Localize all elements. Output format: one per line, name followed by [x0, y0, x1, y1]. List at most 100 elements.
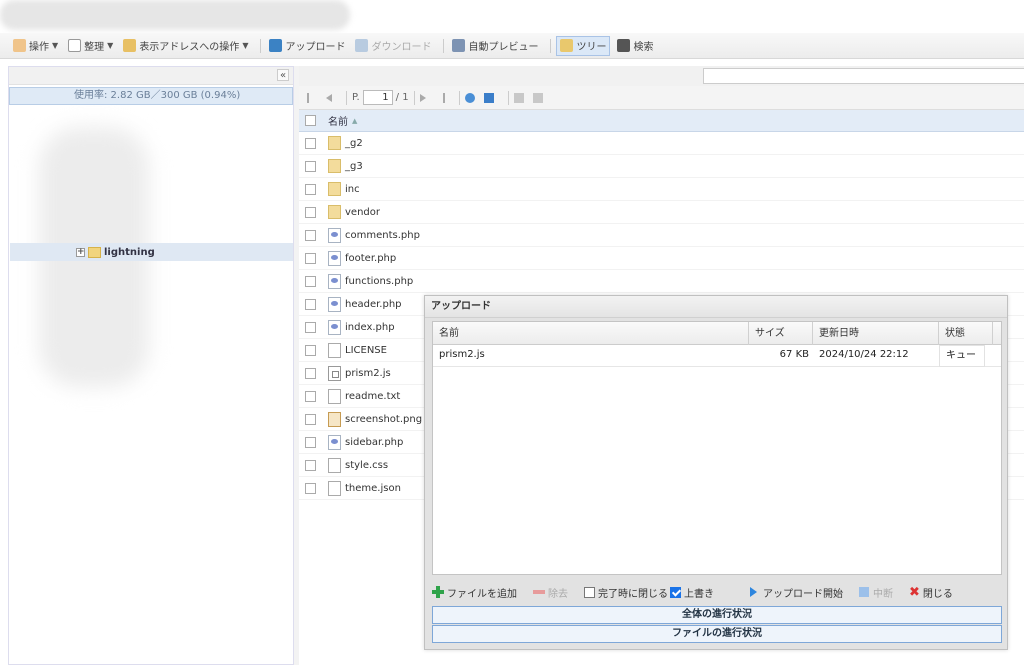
close-on-done-checkbox[interactable] — [584, 586, 595, 598]
file-row[interactable]: comments.php — [299, 224, 1024, 247]
tree-toggle-button[interactable]: ツリー — [556, 35, 611, 56]
upload-dialog: アップロード 名前 サイズ 更新日時 状態 prism2.js 67 KB 20… — [424, 295, 1008, 650]
start-upload-button[interactable]: アップロード開始 — [750, 585, 843, 600]
name-column-header[interactable]: 名前 — [328, 113, 348, 128]
close-on-done-toggle[interactable]: 完了時に閉じる — [584, 585, 668, 600]
binoculars-icon — [617, 39, 631, 52]
file-name[interactable]: inc — [345, 184, 360, 195]
search-button[interactable]: 検索 — [614, 36, 656, 56]
overwrite-toggle[interactable]: 上書き — [670, 585, 714, 600]
file-row[interactable]: inc — [299, 178, 1024, 201]
upload-button[interactable]: アップロード — [266, 36, 348, 56]
file-name[interactable]: sidebar.php — [345, 437, 403, 448]
col-date[interactable]: 更新日時 — [813, 322, 939, 345]
row-checkbox[interactable] — [305, 367, 316, 379]
file-name[interactable]: header.php — [345, 299, 402, 310]
file-name[interactable]: footer.php — [345, 253, 396, 264]
row-checkbox[interactable] — [305, 436, 316, 448]
file-name[interactable]: index.php — [345, 322, 395, 333]
parent-folder-icon[interactable] — [483, 92, 494, 103]
cancel-upload-button[interactable]: 中断 — [859, 585, 893, 600]
organize-menu[interactable]: 整理 ▼ — [65, 36, 116, 56]
download-icon — [355, 39, 369, 52]
col-state[interactable]: 状態 — [939, 322, 993, 345]
row-checkbox[interactable] — [305, 160, 316, 172]
pager-divider — [458, 90, 460, 105]
select-all-checkbox[interactable] — [305, 115, 316, 126]
row-checkbox[interactable] — [305, 344, 316, 356]
overwrite-checkbox[interactable] — [670, 586, 681, 598]
pager-divider — [346, 90, 347, 105]
row-checkbox[interactable] — [305, 206, 316, 218]
file-name[interactable]: vendor — [345, 207, 380, 218]
expand-icon[interactable]: + — [76, 247, 85, 257]
file-row[interactable]: _g2 — [299, 132, 1024, 155]
col-name[interactable]: 名前 — [433, 322, 749, 345]
file-name[interactable]: screenshot.png — [345, 414, 422, 425]
file-name[interactable]: style.css — [345, 460, 388, 471]
close-dialog-button[interactable]: ✖ 閉じる — [909, 585, 953, 600]
file-name[interactable]: _g3 — [345, 161, 363, 172]
row-checkbox[interactable] — [305, 321, 316, 333]
upload-queue-row[interactable]: prism2.js 67 KB 2024/10/24 22:12 キュー — [433, 345, 1001, 367]
back-icon[interactable] — [513, 92, 524, 103]
file-row[interactable]: vendor — [299, 201, 1024, 224]
toolbar-divider — [443, 38, 445, 53]
forward-icon[interactable] — [532, 92, 543, 103]
refresh-icon[interactable] — [464, 92, 475, 103]
stop-icon — [859, 587, 869, 597]
chevron-down-icon: ▼ — [107, 41, 114, 50]
add-file-button[interactable]: ファイルを追加 — [432, 585, 517, 600]
tree-icon — [560, 39, 574, 52]
main-toolbar: 操作 ▼ 整理 ▼ 表示アドレスへの操作 ▼ アップロード ダウンロード 自動プレビュ… — [0, 33, 1024, 59]
address-operation-menu[interactable]: 表示アドレスへの操作 ▼ — [120, 36, 251, 56]
file-row[interactable]: footer.php — [299, 247, 1024, 270]
folder-icon — [88, 246, 101, 258]
file-name[interactable]: prism2.js — [345, 368, 391, 379]
row-checkbox[interactable] — [305, 252, 316, 264]
file-name[interactable]: _g2 — [345, 138, 363, 149]
path-input[interactable] — [703, 68, 1024, 84]
upload-file-date: 2024/10/24 22:12 — [819, 349, 909, 360]
first-page-icon[interactable] — [307, 92, 317, 103]
file-img-icon — [328, 411, 341, 427]
file-php-icon — [328, 250, 341, 266]
tree-item-lightning[interactable]: + lightning — [10, 243, 293, 261]
preview-icon — [452, 39, 466, 52]
file-name[interactable]: LICENSE — [345, 345, 387, 356]
row-checkbox[interactable] — [305, 390, 316, 402]
last-page-icon[interactable] — [435, 92, 445, 103]
row-checkbox[interactable] — [305, 459, 316, 471]
download-button[interactable]: ダウンロード — [352, 36, 434, 56]
file-php-icon — [328, 434, 341, 450]
row-checkbox[interactable] — [305, 298, 316, 310]
folder-icon — [328, 136, 341, 150]
file-name[interactable]: comments.php — [345, 230, 420, 241]
prev-page-icon[interactable] — [326, 93, 332, 102]
col-size[interactable]: サイズ — [749, 322, 813, 345]
next-page-icon[interactable] — [419, 93, 426, 102]
upload-dialog-title: アップロード — [425, 296, 1007, 318]
file-php-icon — [328, 227, 341, 243]
row-checkbox[interactable] — [305, 482, 316, 494]
row-checkbox[interactable] — [305, 229, 316, 241]
operation-menu[interactable]: 操作 ▼ — [10, 36, 61, 56]
row-checkbox[interactable] — [305, 137, 316, 149]
row-checkbox[interactable] — [305, 183, 316, 195]
row-checkbox[interactable] — [305, 275, 316, 287]
remove-button[interactable]: 除去 — [533, 585, 568, 600]
document-icon — [68, 39, 82, 52]
page-input[interactable]: 1 — [362, 90, 393, 105]
file-name[interactable]: theme.json — [345, 483, 401, 494]
file-name[interactable]: readme.txt — [345, 391, 400, 402]
file-row[interactable]: functions.php — [299, 270, 1024, 293]
file-row[interactable]: _g3 — [299, 155, 1024, 178]
file-php-icon — [328, 296, 341, 312]
row-checkbox[interactable] — [305, 413, 316, 425]
auto-preview-button[interactable]: 自動プレビュー — [449, 36, 541, 56]
close-icon: ✖ — [909, 584, 920, 600]
collapse-panel-icon[interactable]: « — [277, 69, 289, 81]
path-bar — [299, 66, 1024, 86]
file-name[interactable]: functions.php — [345, 276, 413, 287]
file-js-icon — [328, 365, 341, 381]
